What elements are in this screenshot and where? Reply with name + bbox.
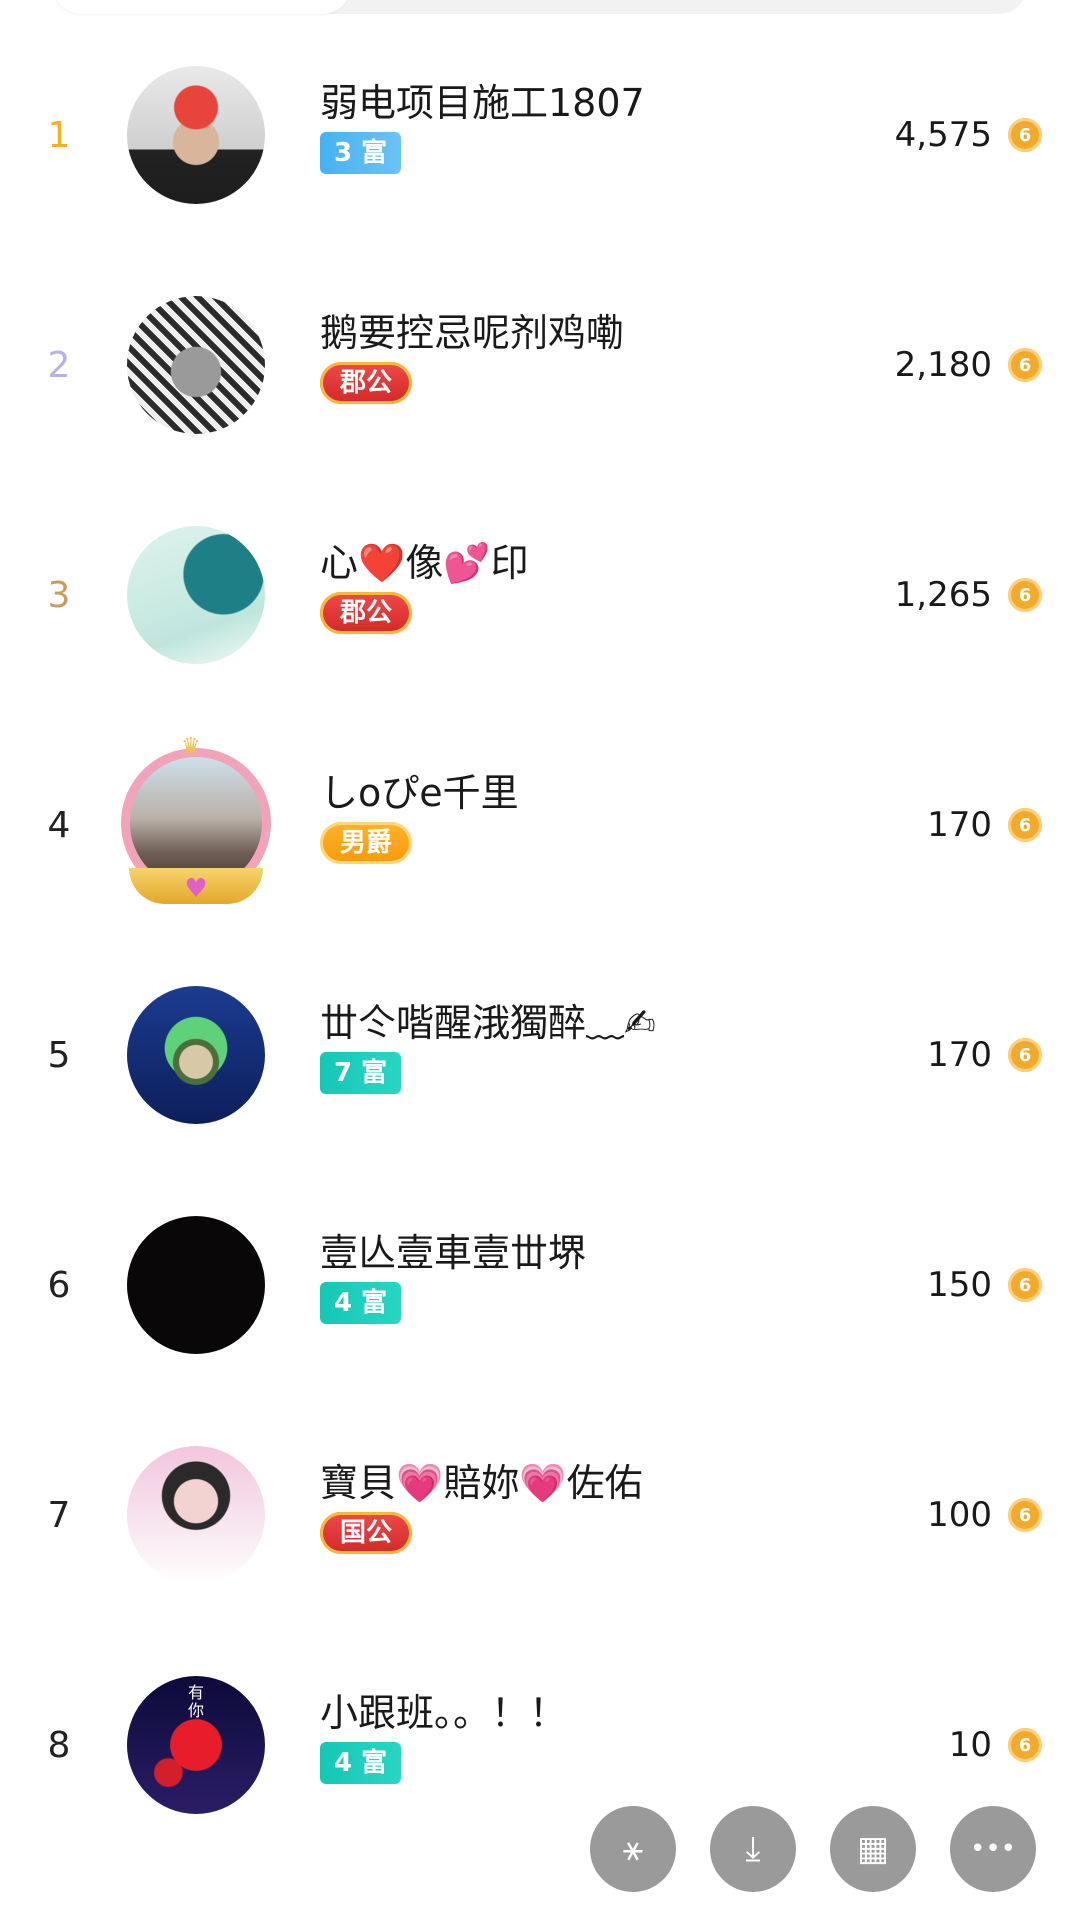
crown-icon: ♛	[181, 734, 201, 759]
wealth-badge: 3 富	[320, 132, 402, 174]
rank-number: 4	[47, 804, 71, 846]
coin-icon: 6	[1008, 578, 1042, 612]
avatar[interactable]	[127, 986, 265, 1124]
user-name: 小跟班。。！！	[320, 1691, 568, 1735]
share-icon: ⚹	[622, 1829, 644, 1869]
list-item[interactable]: 1 弱电项目施工1807 3 富 4,575 6	[0, 20, 1080, 250]
list-item[interactable]: 3 心❤️像💕印 郡公 1,265 6	[0, 480, 1080, 710]
coin-icon: 6	[1008, 348, 1042, 382]
avatar[interactable]: ♛ ♥	[121, 734, 271, 904]
coin-icon: 6	[1008, 1498, 1042, 1532]
avatar[interactable]	[127, 1446, 265, 1584]
list-item[interactable]: 6 壹亾壹車壹丗堺 4 富 150 6	[0, 1170, 1080, 1400]
coin-icon: 6	[1008, 808, 1042, 842]
avatar[interactable]: 有 你	[127, 1676, 265, 1814]
avatar[interactable]	[127, 526, 265, 664]
score-value: 4,575	[894, 115, 992, 155]
noble-badge: 国公	[320, 1512, 413, 1554]
user-name: 弱电项目施工1807	[320, 81, 645, 125]
save-button[interactable]: ⤓	[710, 1806, 796, 1892]
user-name: しoぴe千里	[320, 771, 519, 815]
more-icon: •••	[969, 1834, 1016, 1864]
floating-toolbar: ⚹ ⤓ ▦ •••	[590, 1806, 1060, 1892]
rank-number: 8	[47, 1724, 71, 1766]
noble-badge: 男爵	[320, 822, 413, 864]
wealth-badge: 7 富	[320, 1052, 402, 1094]
user-name: 鹅要控忌呢剂鸡嘞	[320, 311, 625, 355]
rank-number: 7	[47, 1494, 71, 1536]
download-icon: ⤓	[745, 1829, 761, 1869]
wealth-badge: 4 富	[320, 1282, 402, 1324]
rank-number: 3	[47, 574, 71, 616]
rank-number: 2	[47, 344, 71, 386]
avatar[interactable]	[127, 1216, 265, 1354]
coin-icon: 6	[1008, 1268, 1042, 1302]
noble-badge: 郡公	[320, 362, 413, 404]
noble-badge: 郡公	[320, 592, 413, 634]
user-name: 丗仒喈醒涐獨醉﹏✍	[320, 1001, 656, 1045]
score-value: 170	[927, 805, 992, 845]
share-button[interactable]: ⚹	[590, 1806, 676, 1892]
tab-active[interactable]	[52, 0, 352, 14]
user-name: 心❤️像💕印	[320, 541, 529, 585]
avatar[interactable]	[127, 296, 265, 434]
more-button[interactable]: •••	[950, 1806, 1036, 1892]
grid-icon: ▦	[856, 1829, 890, 1869]
coin-icon: 6	[1008, 1728, 1042, 1762]
list-item[interactable]: 7 寶貝💗賠妳💗佐佑 国公 100 6	[0, 1400, 1080, 1630]
list-item[interactable]: 4 ♛ ♥ しoぴe千里 男爵 170 6	[0, 710, 1080, 940]
coin-icon: 6	[1008, 1038, 1042, 1072]
user-name: 壹亾壹車壹丗堺	[320, 1231, 587, 1275]
avatar[interactable]	[127, 66, 265, 204]
score-value: 150	[927, 1265, 992, 1305]
rank-number: 6	[47, 1264, 71, 1306]
grid-button[interactable]: ▦	[830, 1806, 916, 1892]
score-value: 2,180	[894, 345, 992, 385]
rank-number: 1	[47, 114, 71, 156]
avatar-text: 有 你	[187, 1683, 204, 1720]
user-name: 寶貝💗賠妳💗佐佑	[320, 1461, 643, 1505]
list-item[interactable]: 5 丗仒喈醒涐獨醉﹏✍ 7 富 170 6	[0, 940, 1080, 1170]
wealth-badge: 4 富	[320, 1742, 402, 1784]
score-value: 100	[927, 1495, 992, 1535]
heart-gem-icon: ♥	[184, 874, 208, 904]
score-value: 1,265	[894, 575, 992, 615]
tab-bar	[52, 0, 1028, 14]
score-value: 170	[927, 1035, 992, 1075]
list-item[interactable]: 2 鹅要控忌呢剂鸡嘞 郡公 2,180 6	[0, 250, 1080, 480]
rank-number: 5	[47, 1034, 71, 1076]
coin-icon: 6	[1008, 118, 1042, 152]
